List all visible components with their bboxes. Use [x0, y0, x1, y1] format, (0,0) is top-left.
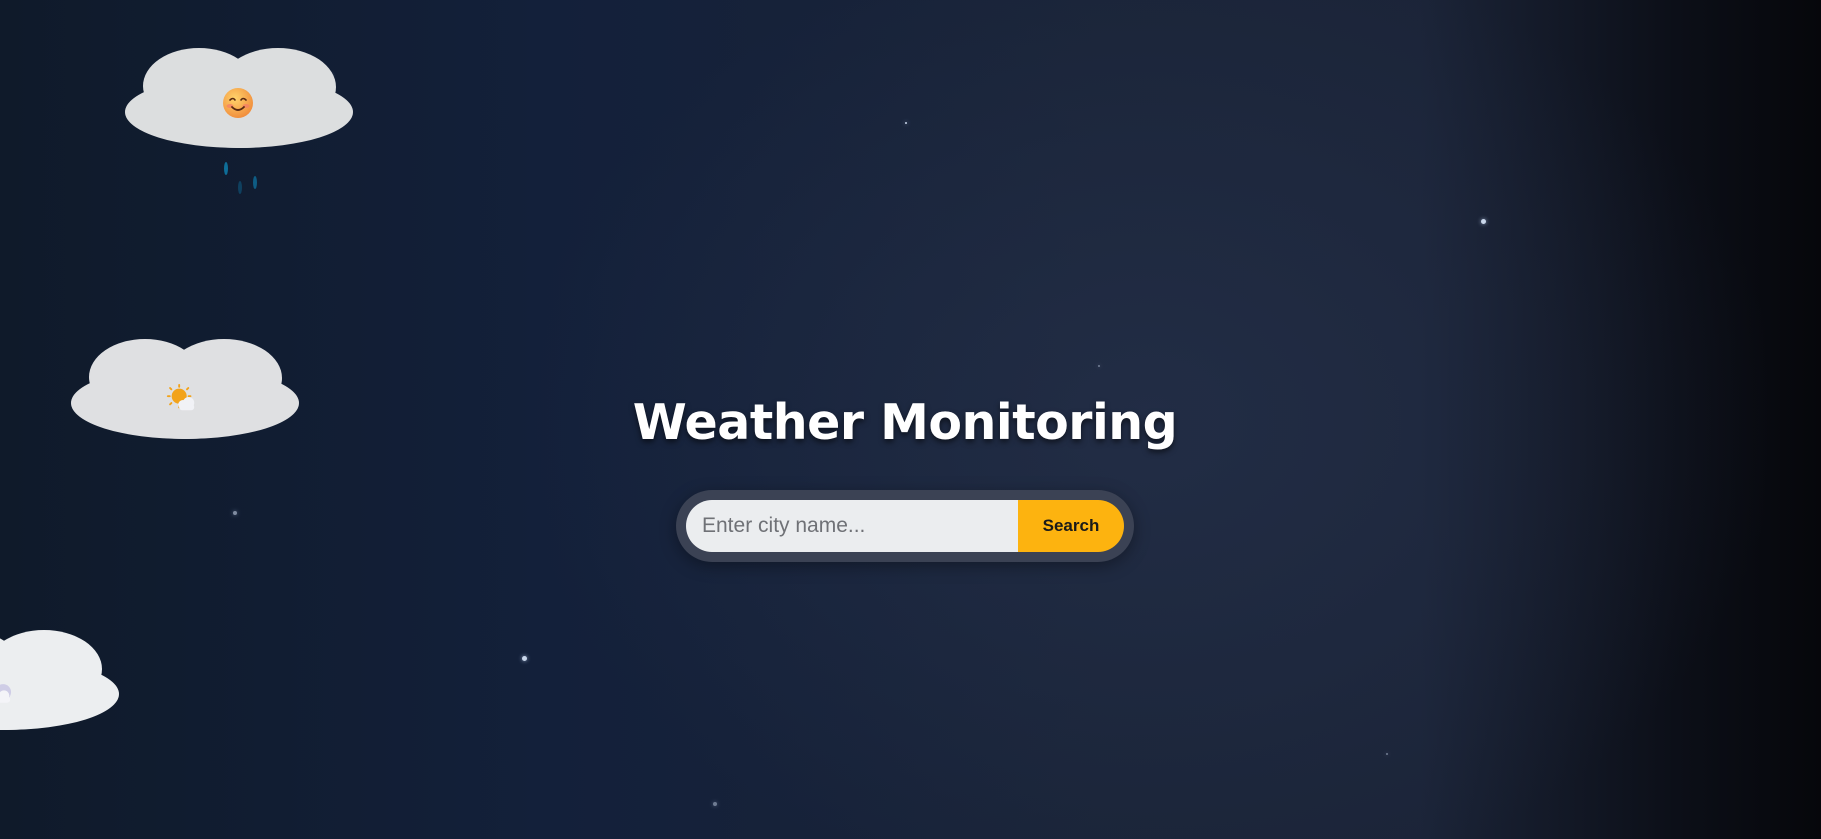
moon-cloud-icon [0, 684, 12, 703]
smiling-face-icon [223, 88, 253, 118]
city-search-input[interactable] [686, 500, 1018, 552]
weather-cloud-smile [125, 48, 353, 152]
rain-drop [238, 181, 242, 194]
star [1481, 219, 1486, 224]
star [522, 656, 527, 661]
star [1098, 365, 1100, 367]
search-bar: Search [676, 490, 1134, 562]
weather-cloud-moon [0, 630, 119, 734]
star [713, 802, 717, 806]
star [1386, 753, 1388, 755]
star [905, 122, 907, 124]
rain-drop [253, 176, 257, 189]
rain-drop [224, 162, 228, 175]
star [233, 511, 237, 515]
search-button[interactable]: Search [1018, 500, 1124, 552]
page-title: Weather Monitoring [632, 394, 1178, 451]
